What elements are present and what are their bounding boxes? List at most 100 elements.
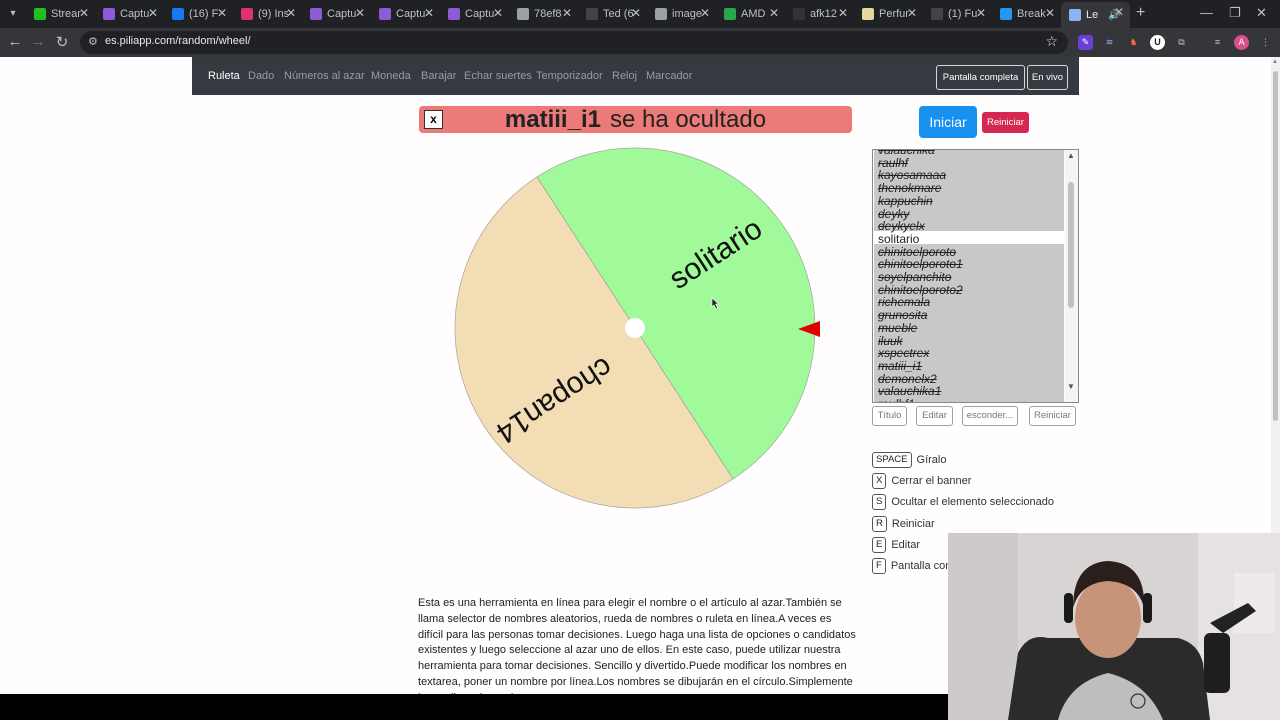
nav-link-numeros[interactable]: Números al azar (284, 70, 365, 82)
reload-icon[interactable]: ↻ (52, 33, 72, 51)
shortcut-row: E Editar (872, 536, 920, 553)
shortcut-label: Cerrar el banner (891, 474, 972, 487)
spin-wheel[interactable]: solitario chopan14 (452, 145, 824, 513)
forward-icon[interactable]: → (28, 33, 48, 50)
nav-link-dado[interactable]: Dado (248, 70, 274, 82)
browser-tab[interactable]: Ted (6 ✕ (578, 3, 647, 25)
extension-icon[interactable]: ✎ (1078, 35, 1093, 50)
browser-tab[interactable]: (9) Ins ✕ (233, 3, 302, 25)
url-text[interactable]: es.piliapp.com/random/wheel/ (105, 35, 251, 47)
browser-tab[interactable]: image ✕ (647, 3, 716, 25)
profile-avatar-icon[interactable]: A (1234, 35, 1249, 50)
scroll-up-icon[interactable]: ▲ (1272, 59, 1278, 65)
tab-close-icon[interactable]: ✕ (838, 6, 848, 20)
tab-title: image (672, 8, 702, 20)
tab-search-icon[interactable]: ▾ (4, 5, 22, 23)
tab-title: Break (1017, 8, 1046, 20)
tab-favicon-icon (517, 8, 529, 20)
tab-close-icon[interactable]: ✕ (769, 6, 779, 20)
new-tab-icon[interactable]: + (1136, 4, 1145, 22)
list-item[interactable]: solitario (878, 233, 919, 246)
minimize-icon[interactable]: — (1200, 5, 1213, 20)
names-textarea[interactable]: valauchika raulhf kayosamaaa thenokmare kapp… (872, 149, 1079, 403)
address-bar[interactable]: ⚙ es.piliapp.com/random/wheel/ ☆ (80, 31, 1068, 54)
nav-link-echar-suertes[interactable]: Echar suertes (464, 70, 532, 82)
start-button[interactable]: Iniciar (919, 106, 977, 138)
tab-close-icon[interactable]: ✕ (286, 6, 296, 20)
tab-close-icon[interactable]: ✕ (79, 6, 89, 20)
nav-link-ruleta[interactable]: Ruleta (208, 70, 240, 82)
nav-link-reloj[interactable]: Reloj (612, 70, 637, 82)
tab-close-icon[interactable]: ✕ (355, 6, 365, 20)
browser-tab-active[interactable]: Le 🔊 ✕ (1061, 2, 1130, 28)
back-icon[interactable]: ← (5, 33, 25, 50)
list-item[interactable]: matiii_i1 (878, 360, 922, 373)
list-item[interactable]: raulhf1 (878, 398, 915, 402)
hide-button[interactable]: esconder... (962, 406, 1018, 426)
extensions-puzzle-icon[interactable]: ⧉ (1174, 35, 1189, 50)
browser-tab[interactable]: Captu ✕ (440, 3, 509, 25)
site-navbar: Ruleta Dado Números al azar Moneda Baraj… (192, 57, 1079, 95)
shortcut-row: X Cerrar el banner (872, 472, 971, 489)
edit-button[interactable]: Editar (916, 406, 953, 426)
list-scrollbar[interactable]: ▲ ▼ (1065, 150, 1078, 402)
tab-close-icon[interactable]: ✕ (217, 6, 227, 20)
tab-favicon-icon (379, 8, 391, 20)
browser-tab[interactable]: afk12 ✕ (785, 3, 854, 25)
wheel-center-hub (625, 318, 645, 338)
list-item[interactable]: kappuchin (878, 195, 933, 208)
browser-tab[interactable]: Break ✕ (992, 3, 1061, 25)
nav-link-temporizador[interactable]: Temporizador (536, 70, 603, 82)
reading-list-icon[interactable]: ≡ (1210, 35, 1225, 50)
tab-favicon-icon (586, 8, 598, 20)
tab-close-icon[interactable]: ✕ (976, 6, 986, 20)
browser-tab[interactable]: 78ef8 ✕ (509, 3, 578, 25)
tab-close-icon[interactable]: ✕ (907, 6, 917, 20)
site-info-icon[interactable]: ⚙ (88, 36, 100, 48)
title-button[interactable]: Título (872, 406, 907, 426)
tab-close-icon[interactable]: ✕ (562, 6, 572, 20)
list-scroll-thumb[interactable] (1068, 182, 1074, 308)
browser-tab[interactable]: Perfun ✕ (854, 3, 923, 25)
nav-link-marcador[interactable]: Marcador (646, 70, 692, 82)
tab-close-icon[interactable]: ✕ (700, 6, 710, 20)
browser-tab[interactable]: Captu ✕ (302, 3, 371, 25)
extension-icon[interactable]: U (1150, 35, 1165, 50)
page-scroll-thumb[interactable] (1273, 71, 1278, 421)
tab-title: Ted (6 (603, 8, 633, 20)
restore-icon[interactable]: ❐ (1229, 5, 1241, 21)
browser-tab[interactable]: Stream✕ (26, 3, 95, 25)
shortcut-label: Pantalla com (890, 559, 955, 572)
tab-close-icon[interactable]: ✕ (1045, 6, 1055, 20)
browser-tab[interactable]: AMD ✕ (716, 3, 785, 25)
tab-close-icon[interactable]: ✕ (148, 6, 158, 20)
extension-icon[interactable]: ♞ (1126, 35, 1141, 50)
tab-title: Captu (396, 8, 426, 20)
fullscreen-button[interactable]: Pantalla completa (936, 65, 1025, 90)
live-button[interactable]: En vivo (1027, 65, 1068, 90)
tab-title: AMD (741, 8, 766, 20)
bookmark-star-icon[interactable]: ☆ (1045, 33, 1058, 50)
browser-tab[interactable]: Captu ✕ (95, 3, 164, 25)
nav-link-barajar[interactable]: Barajar (421, 70, 456, 82)
reset-button[interactable]: Reiniciar (982, 112, 1029, 133)
list-reset-button[interactable]: Reiniciar (1029, 406, 1076, 426)
webcam-overlay (948, 533, 1280, 720)
extension-icon[interactable]: ≋ (1102, 35, 1117, 50)
scroll-down-icon[interactable]: ▼ (1067, 382, 1075, 391)
browser-tab[interactable]: (1) Fu ✕ (923, 3, 992, 25)
menu-kebab-icon[interactable]: ⋮ (1258, 35, 1273, 50)
browser-tab[interactable]: (16) F ✕ (164, 3, 233, 25)
scroll-up-icon[interactable]: ▲ (1067, 151, 1075, 160)
window-close-icon[interactable]: ✕ (1256, 5, 1267, 21)
tab-close-icon[interactable]: ✕ (424, 6, 434, 20)
shortcut-label: Ocultar el elemento seleccionado (891, 495, 1054, 508)
browser-tab[interactable]: Captu ✕ (371, 3, 440, 25)
banner-name: matiii_i1 (504, 105, 601, 133)
tab-close-icon[interactable]: ✕ (1114, 5, 1124, 19)
tab-close-icon[interactable]: ✕ (493, 6, 503, 20)
nav-link-moneda[interactable]: Moneda (371, 70, 411, 82)
tab-close-icon[interactable]: ✕ (631, 6, 641, 20)
banner-close-button[interactable]: x (424, 110, 443, 129)
list-item[interactable]: mueble (878, 322, 917, 335)
